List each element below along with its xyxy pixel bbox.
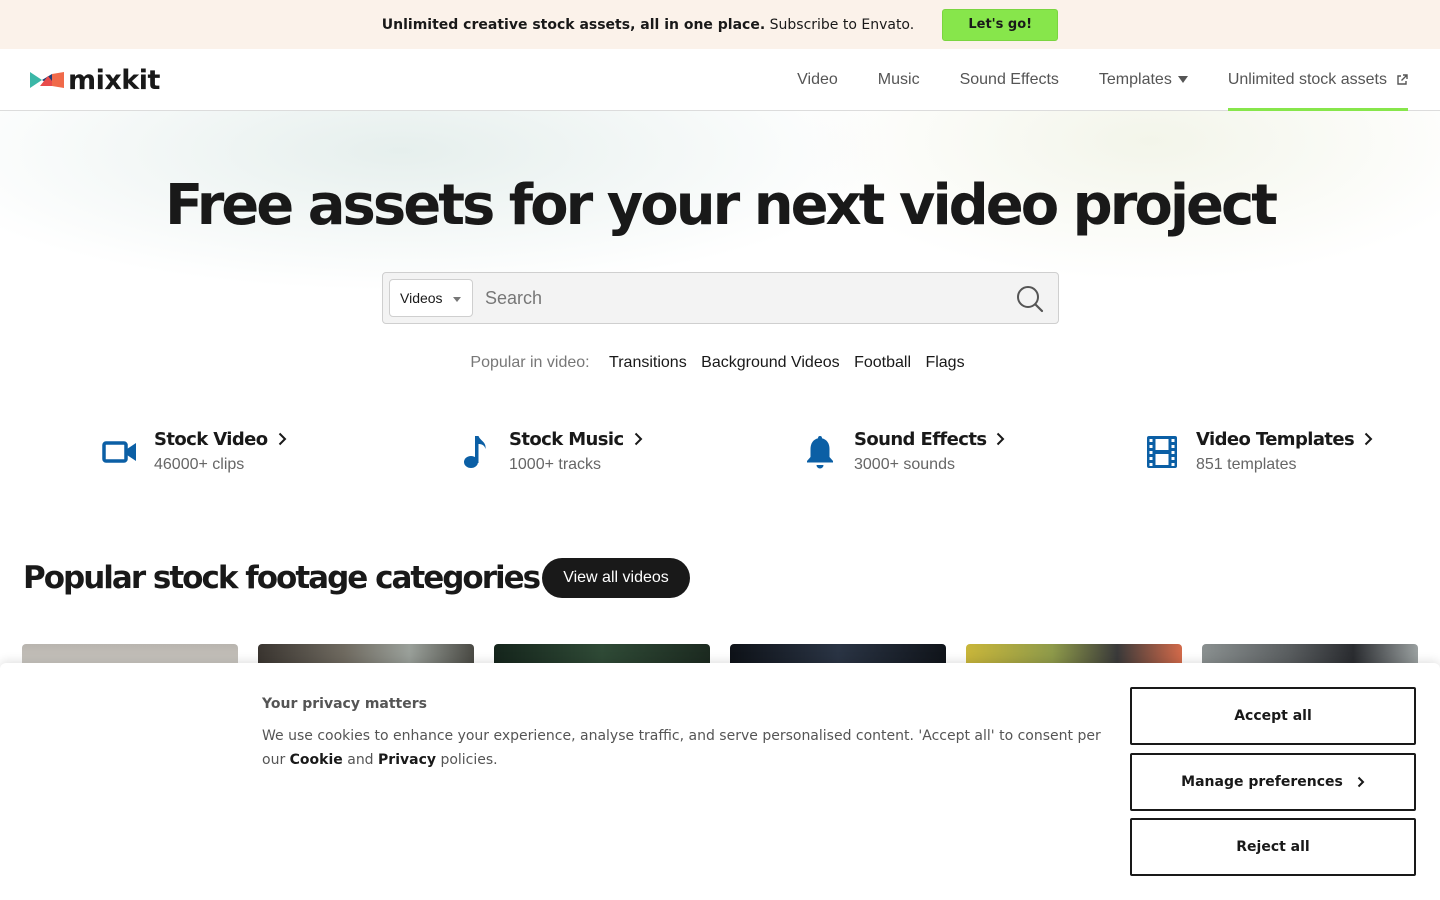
nav-music[interactable]: Music <box>878 49 920 110</box>
logo-mark-icon <box>30 72 64 88</box>
accept-all-button[interactable]: Accept all <box>1130 687 1416 745</box>
search-input[interactable] <box>485 279 985 317</box>
chevron-right-icon <box>997 432 1005 446</box>
cookie-title: Your privacy matters <box>262 696 427 712</box>
manage-preferences-button[interactable]: Manage preferences <box>1130 753 1416 811</box>
asset-count: 46000+ clips <box>154 456 245 473</box>
asset-sound-effects[interactable]: Sound Effects 3000+ sounds <box>800 428 1005 474</box>
popular-label: Popular in video: <box>470 354 590 371</box>
caret-down-icon <box>453 297 461 302</box>
asset-count: 1000+ tracks <box>509 456 602 473</box>
promo-text: Unlimited creative stock assets, all in … <box>381 16 915 33</box>
nav-unlimited-stock-assets[interactable]: Unlimited stock assets <box>1227 49 1409 111</box>
asset-count: 3000+ sounds <box>854 456 955 473</box>
asset-count: 851 templates <box>1196 456 1297 473</box>
popular-tag[interactable]: Transitions <box>609 354 687 371</box>
bell-icon <box>800 432 840 472</box>
lets-go-button[interactable]: Let's go! <box>942 8 1059 41</box>
caret-down-icon <box>1177 76 1188 83</box>
cookie-policy-link[interactable]: Cookie <box>290 752 343 768</box>
asset-title: Stock Video <box>154 428 268 450</box>
hero-title: Free assets for your next video project <box>165 173 1278 238</box>
cookie-banner: Your privacy matters We use cookies to e… <box>0 663 1440 900</box>
cookie-text: We use cookies to enhance your experienc… <box>262 728 1101 768</box>
asset-stock-music[interactable]: Stock Music 1000+ tracks <box>455 428 643 474</box>
asset-video-templates[interactable]: Video Templates 851 templates <box>1142 428 1373 474</box>
asset-title: Stock Music <box>509 428 624 450</box>
chevron-right-icon <box>1364 432 1373 446</box>
popular-tag[interactable]: Background Videos <box>701 354 839 371</box>
music-note-icon <box>455 432 495 472</box>
search-type-select[interactable]: Videos <box>389 279 473 317</box>
site-header: mixkit Video Music Sound Effects Templat… <box>0 49 1440 111</box>
popular-tag[interactable]: Flags <box>925 354 964 371</box>
chevron-right-icon <box>1357 776 1365 788</box>
asset-title: Video Templates <box>1196 428 1355 450</box>
chevron-right-icon <box>278 432 286 446</box>
privacy-policy-link[interactable]: Privacy <box>378 752 436 768</box>
nav-templates[interactable]: Templates <box>1099 49 1188 110</box>
external-link-icon <box>1396 73 1408 86</box>
film-strip-icon <box>1142 432 1182 472</box>
popular-tag[interactable]: Football <box>854 354 911 371</box>
chevron-right-icon <box>634 432 642 446</box>
popular-tags: Popular in video: Transitions Background… <box>0 354 1440 372</box>
main-nav: Video Music Sound Effects Templates Unli… <box>757 49 1409 111</box>
video-camera-icon <box>100 432 140 472</box>
reject-all-button[interactable]: Reject all <box>1130 818 1416 876</box>
logo-text: mixkit <box>68 64 160 96</box>
nav-video[interactable]: Video <box>797 49 838 110</box>
asset-title: Sound Effects <box>854 428 987 450</box>
asset-stock-video[interactable]: Stock Video 46000+ clips <box>100 428 287 474</box>
search-icon[interactable] <box>1016 285 1044 313</box>
nav-sound-effects[interactable]: Sound Effects <box>960 49 1059 110</box>
promo-bar: Unlimited creative stock assets, all in … <box>0 0 1440 49</box>
logo[interactable]: mixkit <box>30 63 160 97</box>
categories-title: Popular stock footage categories <box>23 560 541 596</box>
view-all-videos-button[interactable]: View all videos <box>542 558 690 598</box>
search-bar: Videos <box>382 272 1059 324</box>
